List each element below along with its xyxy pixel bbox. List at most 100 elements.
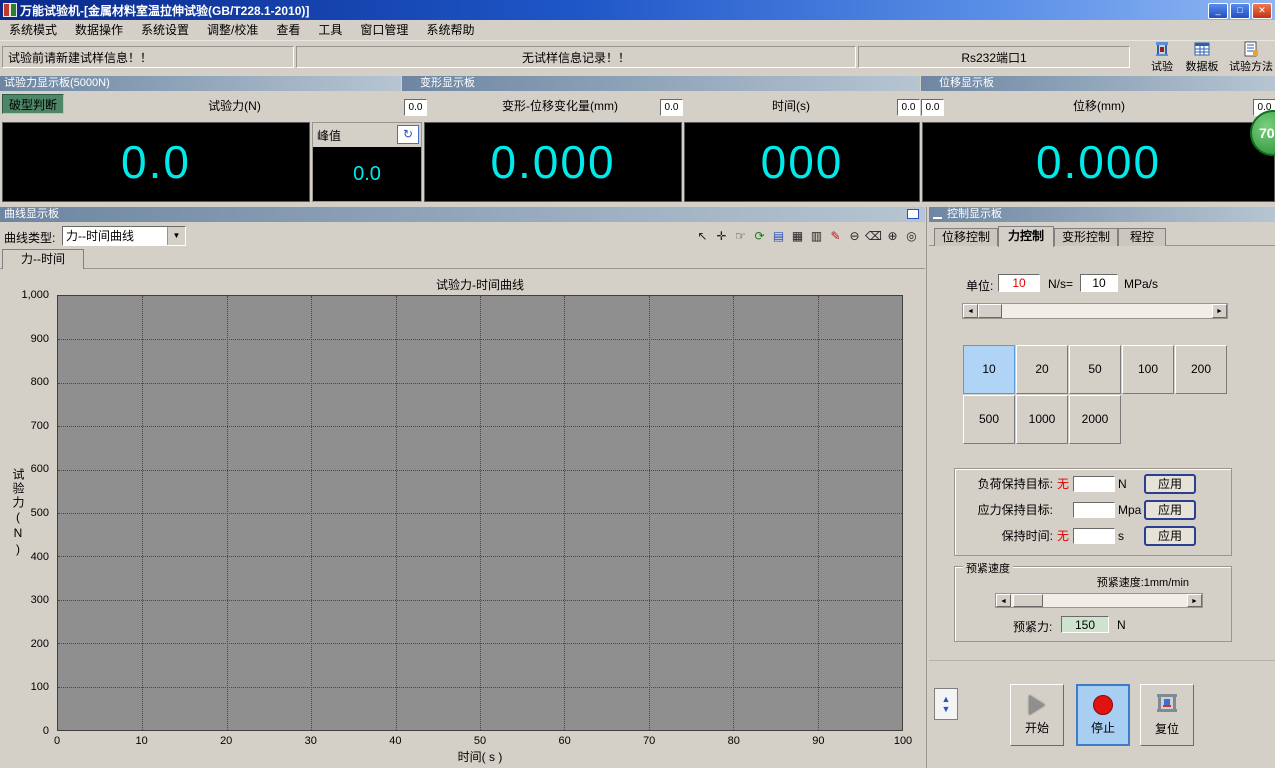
sample-info-status: 试验前请新建试样信息！！	[2, 46, 294, 68]
curve-type-select[interactable]: 力--时间曲线 ▼	[62, 226, 186, 246]
menu-item-data-operation[interactable]: 数据操作	[66, 21, 132, 40]
rate-input[interactable]	[998, 274, 1040, 292]
pan-tool-icon[interactable]: ✛	[712, 226, 731, 246]
zoom-window-tool-icon[interactable]: ◎	[902, 226, 921, 246]
scroll-right-icon[interactable]: ►	[1212, 304, 1227, 318]
zoom-out-tool-icon[interactable]: ⊖	[845, 226, 864, 246]
menu-item-adjust-calibrate[interactable]: 调整/校准	[198, 21, 267, 40]
zoom-in-tool-icon[interactable]: ⊕	[883, 226, 902, 246]
zoom-erase-tool-icon[interactable]: ⌫	[864, 226, 883, 246]
databoard-tool-label: 数据板	[1186, 61, 1219, 74]
print-tool-icon[interactable]: ▥	[807, 226, 826, 246]
force-aux-readout: 0.0	[404, 99, 427, 116]
pencil-tool-icon[interactable]: ✎	[826, 226, 845, 246]
speed-button-2000[interactable]: 2000	[1069, 395, 1121, 444]
pretension-force-input[interactable]	[1061, 616, 1109, 633]
save-tool-icon[interactable]: ▤	[769, 226, 788, 246]
chart-title: 试验力-时间曲线	[57, 276, 903, 293]
x-axis-ticks: 0102030405060708090100	[57, 733, 903, 747]
scroll-left-icon[interactable]: ◄	[963, 304, 978, 318]
menu-item-tools[interactable]: 工具	[309, 21, 351, 40]
v-gridline	[564, 296, 565, 730]
pretension-scrollbar[interactable]: ◄ ►	[995, 593, 1203, 608]
hand-tool-icon[interactable]: ☞	[731, 226, 750, 246]
maximize-button[interactable]: □	[1230, 3, 1250, 19]
close-button[interactable]: ✕	[1252, 3, 1272, 19]
x-tick-label: 20	[220, 735, 232, 747]
method-tool-button[interactable]: 试验方法	[1228, 41, 1274, 73]
menu-item-view[interactable]: 查看	[267, 21, 309, 40]
y-tick-label: 800	[31, 376, 49, 388]
load-hold-apply-button[interactable]: 应用	[1144, 474, 1196, 494]
hold-time-input[interactable]	[1073, 528, 1115, 544]
chart-plot[interactable]	[57, 295, 903, 731]
databoard-icon	[1194, 41, 1210, 60]
v-gridline	[311, 296, 312, 730]
rate-scrollbar[interactable]: ◄ ►	[962, 303, 1228, 319]
menu-item-system-settings[interactable]: 系统设置	[132, 21, 198, 40]
curve-type-value: 力--时间曲线	[63, 227, 167, 245]
peak-refresh-button[interactable]: ↻	[397, 125, 419, 144]
speed-button-20[interactable]: 20	[1016, 345, 1068, 394]
jog-up-icon[interactable]: ▲	[942, 694, 951, 704]
stress-hold-input[interactable]	[1073, 502, 1115, 518]
time-label: 时间(s)	[684, 97, 898, 114]
unit-label: 单位:	[966, 277, 993, 294]
rate-mpa-input[interactable]	[1080, 274, 1118, 292]
tab-deform-control[interactable]: 变形控制	[1054, 228, 1118, 246]
control-panel-title: 控制显示板	[947, 208, 1002, 220]
tab-displacement-control[interactable]: 位移控制	[934, 228, 998, 246]
tab-strip-line	[0, 268, 925, 269]
port-status: Rs232端口1	[858, 46, 1130, 68]
y-tick-label: 300	[31, 594, 49, 606]
tab-force-control[interactable]: 力控制	[998, 226, 1054, 247]
pretension-scroll-track[interactable]	[1011, 594, 1187, 607]
tab-program-control[interactable]: 程控	[1118, 228, 1166, 246]
speed-button-50[interactable]: 50	[1069, 345, 1121, 394]
grid-tool-icon[interactable]: ▦	[788, 226, 807, 246]
pretension-scroll-thumb[interactable]	[1013, 594, 1043, 607]
v-gridline	[227, 296, 228, 730]
load-hold-input[interactable]	[1073, 476, 1115, 492]
peak-label: 峰值	[317, 127, 341, 144]
jog-down-icon[interactable]: ▼	[942, 704, 951, 714]
speed-button-200[interactable]: 200	[1175, 345, 1227, 394]
reset-button[interactable]: 复位	[1140, 684, 1194, 746]
start-button[interactable]: 开始	[1010, 684, 1064, 746]
select-tool-icon[interactable]: ↖	[693, 226, 712, 246]
minimize-button[interactable]: _	[1208, 3, 1228, 19]
crosshead-jog-button[interactable]: ▲ ▼	[934, 688, 958, 720]
test-tool-label: 试验	[1151, 61, 1173, 74]
stress-hold-apply-button[interactable]: 应用	[1144, 500, 1196, 520]
speed-button-10[interactable]: 10	[963, 345, 1015, 394]
hold-time-unit: s	[1115, 529, 1144, 543]
pretension-speed-text: 预紧速度:1mm/min	[1097, 574, 1189, 590]
stop-button[interactable]: 停止	[1076, 684, 1130, 746]
rate-scroll-track[interactable]	[978, 304, 1212, 318]
speed-button-500[interactable]: 500	[963, 395, 1015, 444]
menu-item-window-manage[interactable]: 窗口管理	[351, 21, 417, 40]
pretension-scroll-right-icon[interactable]: ►	[1187, 594, 1202, 607]
hold-time-flag: 无	[1053, 527, 1073, 544]
control-panel-header: 控制显示板	[929, 207, 1275, 222]
break-judge-button[interactable]: 破型判断	[2, 94, 64, 114]
test-tool-button[interactable]: 试验	[1146, 41, 1178, 73]
play-icon	[1029, 695, 1045, 715]
menu-item-system-mode[interactable]: 系统模式	[0, 21, 66, 40]
peak-panel: 峰值 ↻ 0.0	[312, 122, 422, 202]
refresh-tool-icon[interactable]: ⟳	[750, 226, 769, 246]
tab-force-time[interactable]: 力--时间	[2, 249, 84, 269]
pretension-scroll-left-icon[interactable]: ◄	[996, 594, 1011, 607]
restore-panel-icon[interactable]	[907, 209, 919, 219]
displacement-label: 位移(mm)	[945, 97, 1253, 114]
stress-hold-unit: Mpa	[1115, 503, 1144, 517]
panel-dash-icon	[933, 212, 942, 219]
peak-display: 0.0	[313, 147, 421, 201]
rate-scroll-thumb[interactable]	[978, 304, 1002, 318]
speed-button-100[interactable]: 100	[1122, 345, 1174, 394]
databoard-tool-button[interactable]: 数据板	[1182, 41, 1222, 73]
menu-item-system-help[interactable]: 系统帮助	[417, 21, 483, 40]
hold-time-apply-button[interactable]: 应用	[1144, 526, 1196, 546]
speed-button-1000[interactable]: 1000	[1016, 395, 1068, 444]
chevron-down-icon[interactable]: ▼	[167, 227, 185, 245]
